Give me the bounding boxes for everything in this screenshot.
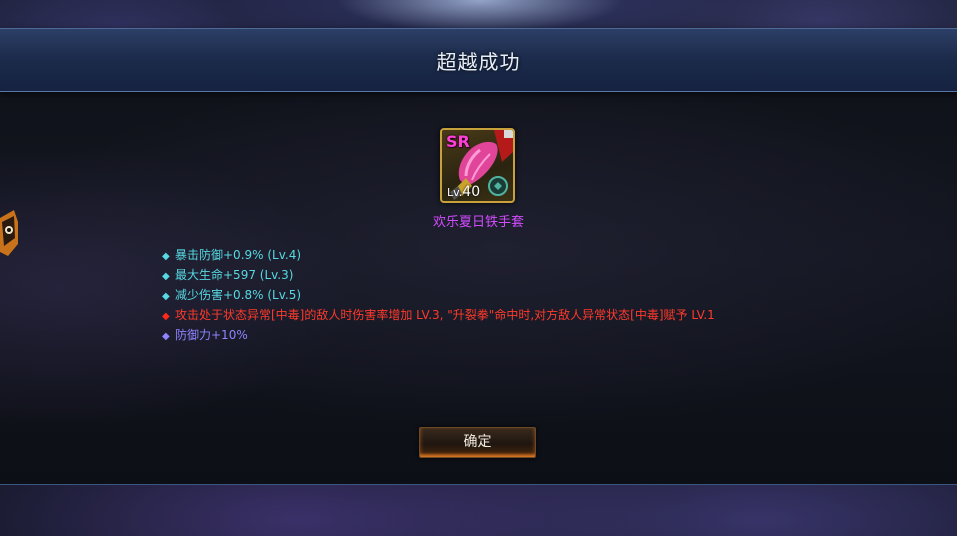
stat-line: ◆ 最大生命+597 (Lv.3) xyxy=(162,266,715,286)
diamond-icon: ◆ xyxy=(162,291,170,302)
rarity-label: SR xyxy=(446,132,470,151)
stat-text: 减少伤害+0.8% (Lv.5) xyxy=(175,288,302,302)
stat-line-special: ◆ 攻击处于状态异常[中毒]的敌人时伤害率增加 LV.3, "升裂拳"命中时,对方… xyxy=(162,306,715,326)
stat-text: 暴击防御+0.9% (Lv.4) xyxy=(175,248,302,262)
stat-text: 最大生命+597 (Lv.3) xyxy=(175,268,294,282)
item-level: Lv.40 xyxy=(447,184,480,200)
level-prefix: Lv. xyxy=(447,186,463,199)
stat-line: ◆ 防御力+10% xyxy=(162,326,715,346)
diamond-icon: ◆ xyxy=(162,331,170,342)
confirm-button[interactable]: 确定 xyxy=(419,427,536,458)
diamond-icon: ◆ xyxy=(162,271,170,282)
stat-line: ◆ 减少伤害+0.8% (Lv.5) xyxy=(162,286,715,306)
level-value: 40 xyxy=(462,184,481,200)
stat-text: 防御力+10% xyxy=(175,328,248,342)
stat-line: ◆ 暴击防御+0.9% (Lv.4) xyxy=(162,246,715,266)
diamond-icon: ◆ xyxy=(162,251,170,262)
item-name: 欢乐夏日铁手套 xyxy=(432,215,524,230)
item-slot[interactable]: SR Lv.40 xyxy=(440,128,515,203)
diamond-icon: ◆ xyxy=(162,311,170,322)
stat-list: ◆ 暴击防御+0.9% (Lv.4) ◆ 最大生命+597 (Lv.3) ◆ 减少伤害… xyxy=(162,246,715,346)
stat-text: 攻击处于状态异常[中毒]的敌人时伤害率增加 LV.3, "升裂拳"命中时,对方敌… xyxy=(175,308,715,322)
dialog-title: 超越成功 xyxy=(436,50,521,74)
